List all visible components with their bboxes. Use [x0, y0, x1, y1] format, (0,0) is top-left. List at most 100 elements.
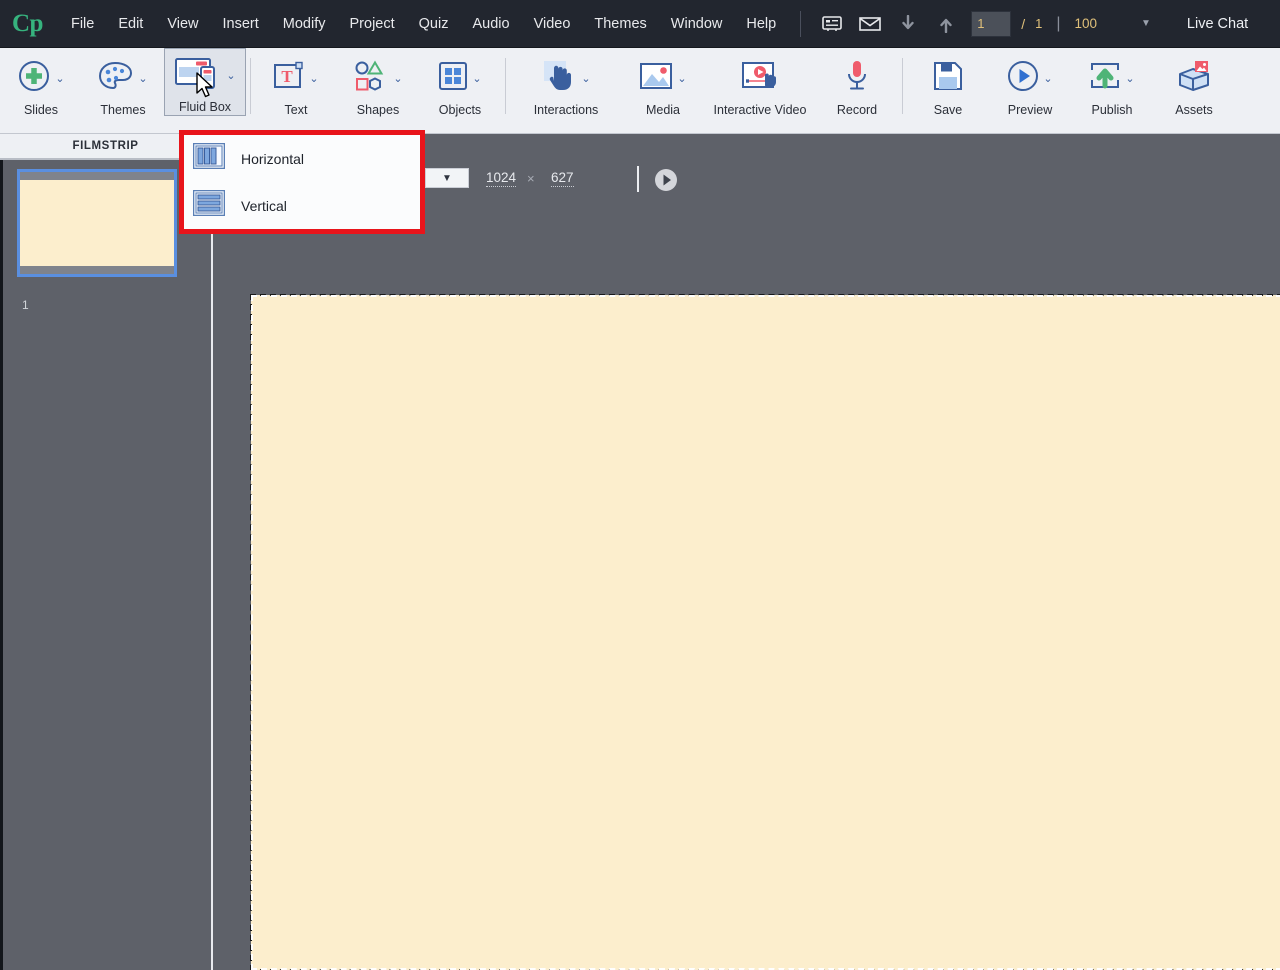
chevron-down-icon[interactable]: ⌄	[309, 72, 318, 85]
zoom-dropdown-caret[interactable]: ▼	[1097, 18, 1151, 29]
toolbar-button-preview[interactable]: ⌄ Preview	[989, 48, 1071, 132]
toolbar-label-preview: Preview	[1007, 103, 1053, 117]
download-arrow-icon[interactable]	[893, 9, 923, 39]
captivate-window: Cp File Edit View Insert Modify Project …	[0, 0, 1280, 970]
menu-item-modify[interactable]: Modify	[271, 10, 338, 38]
mail-icon[interactable]	[855, 9, 885, 39]
toolbar-divider	[902, 58, 903, 114]
menubar-divider	[800, 10, 802, 37]
toolbar-label-themes: Themes	[100, 103, 146, 117]
chevron-down-icon[interactable]: ⌄	[226, 69, 235, 82]
chevron-down-icon[interactable]: ⌄	[581, 72, 590, 85]
chevron-down-icon[interactable]: ⌄	[472, 72, 481, 85]
toolbar-label-media: Media	[645, 103, 681, 117]
app-logo[interactable]: Cp	[0, 11, 59, 36]
stage-width-value[interactable]: 1024	[486, 170, 517, 187]
toolbar-button-slides[interactable]: ⌄ Slides	[0, 48, 82, 132]
menu-item-window[interactable]: Window	[659, 10, 735, 38]
toolbar-button-interactive-video[interactable]: Interactive Video	[704, 48, 816, 132]
filmstrip-panel[interactable]: 1	[0, 160, 211, 970]
shapes-icon	[353, 60, 389, 97]
menu-bar: Cp File Edit View Insert Modify Project …	[0, 0, 1280, 48]
menu-item-insert[interactable]: Insert	[211, 10, 271, 38]
mouse-cursor-icon	[196, 72, 216, 105]
menu-option-horizontal[interactable]: Horizontal	[184, 135, 420, 182]
toolbar-label-save: Save	[933, 103, 963, 117]
device-preset-dropdown[interactable]: ▼	[425, 168, 469, 188]
toolbar-divider	[250, 58, 251, 114]
toolbar-divider	[505, 58, 506, 114]
toolbar-button-objects[interactable]: ⌄ Objects	[419, 48, 501, 132]
objects-grid-icon	[438, 61, 468, 96]
menu-item-file[interactable]: File	[59, 10, 106, 38]
chevron-down-icon[interactable]: ⌄	[393, 72, 402, 85]
thumbnail-bottom-bar	[20, 266, 174, 274]
play-circle-icon	[1007, 60, 1039, 97]
toolbar-label-record: Record	[836, 103, 878, 117]
text-box-icon: T	[273, 61, 305, 96]
menu-item-quiz[interactable]: Quiz	[407, 10, 461, 38]
menu-option-vertical[interactable]: Vertical	[184, 182, 420, 229]
toolbar-divider: |	[1056, 14, 1061, 32]
image-media-icon	[639, 62, 673, 95]
menu-item-audio[interactable]: Audio	[460, 10, 521, 38]
toolbar-button-themes[interactable]: ⌄ Themes	[82, 48, 164, 132]
assets-box-icon	[1176, 60, 1212, 97]
stage-workspace	[211, 194, 1280, 970]
toolbar-button-assets[interactable]: Assets	[1153, 48, 1235, 132]
interactive-video-icon	[741, 61, 779, 96]
menu-item-project[interactable]: Project	[338, 10, 407, 38]
toolbar-button-shapes[interactable]: ⌄ Shapes	[337, 48, 419, 132]
toolbar-button-record[interactable]: Record	[816, 48, 898, 132]
filmstrip-panel-icon[interactable]	[817, 9, 847, 39]
page-separator: /	[1021, 15, 1026, 32]
toolbar-button-text[interactable]: T ⌄ Text	[255, 48, 337, 132]
dimension-times-icon: ×	[527, 171, 535, 186]
chevron-down-icon[interactable]: ⌄	[1043, 72, 1052, 85]
fluid-box-orientation-menu[interactable]: Horizontal Vertical	[179, 130, 425, 234]
toolbar-label-assets: Assets	[1175, 103, 1213, 117]
toolbar-button-publish[interactable]: ⌄ Publish	[1071, 48, 1153, 132]
chevron-down-icon[interactable]: ⌄	[55, 72, 64, 85]
toolbar-label-shapes: Shapes	[356, 103, 400, 117]
menu-item-edit[interactable]: Edit	[106, 10, 155, 38]
toolbar-label-objects: Objects	[438, 103, 482, 117]
toolbar-label-interactions: Interactions	[533, 103, 599, 117]
main-toolbar: ⌄ Slides ⌄ Themes ⌄ Fluid Box T ⌄ Text ⌄…	[0, 48, 1280, 134]
menu-item-video[interactable]: Video	[522, 10, 583, 38]
filmstrip-title: FILMSTRIP	[72, 140, 139, 152]
toolbar-button-save[interactable]: Save	[907, 48, 989, 132]
chevron-down-icon[interactable]: ⌄	[138, 72, 147, 85]
menu-option-horizontal-label: Horizontal	[241, 150, 305, 167]
stage-toolbar-divider	[637, 166, 639, 192]
microphone-icon	[845, 59, 869, 98]
slide-canvas[interactable]	[250, 294, 1280, 970]
floppy-disk-icon	[933, 61, 963, 96]
menu-item-help[interactable]: Help	[734, 10, 788, 38]
horizontal-columns-icon	[192, 142, 226, 174]
play-circle-icon[interactable]	[654, 168, 678, 192]
svg-text:T: T	[282, 67, 294, 86]
live-chat-link[interactable]: Live Chat	[1151, 16, 1248, 32]
toolbar-label-slides: Slides	[23, 103, 59, 117]
current-slide-input[interactable]: 1	[971, 10, 1012, 37]
slide-number-label: 1	[22, 298, 29, 312]
menu-option-vertical-label: Vertical	[241, 197, 287, 214]
toolbar-label-interactive-video: Interactive Video	[713, 103, 807, 117]
menu-item-themes[interactable]: Themes	[582, 10, 658, 38]
slide-thumbnail[interactable]	[17, 169, 177, 277]
vertical-rows-icon	[192, 189, 226, 221]
toolbar-button-interactions[interactable]: ⌄ Interactions	[510, 48, 622, 132]
menu-item-view[interactable]: View	[155, 10, 210, 38]
chevron-down-icon[interactable]: ▼	[442, 173, 452, 184]
chevron-down-icon[interactable]: ⌄	[677, 72, 686, 85]
upload-arrow-icon[interactable]	[931, 9, 961, 39]
total-slides-label: 1	[1035, 16, 1043, 31]
hand-pointer-icon	[541, 59, 577, 98]
chevron-down-icon[interactable]: ⌄	[1125, 72, 1134, 85]
stage-height-value[interactable]: 627	[551, 170, 574, 187]
zoom-level-value[interactable]: 100	[1074, 16, 1097, 31]
toolbar-button-media[interactable]: ⌄ Media	[622, 48, 704, 132]
toolbar-label-text: Text	[284, 103, 308, 117]
palette-icon	[98, 61, 134, 96]
